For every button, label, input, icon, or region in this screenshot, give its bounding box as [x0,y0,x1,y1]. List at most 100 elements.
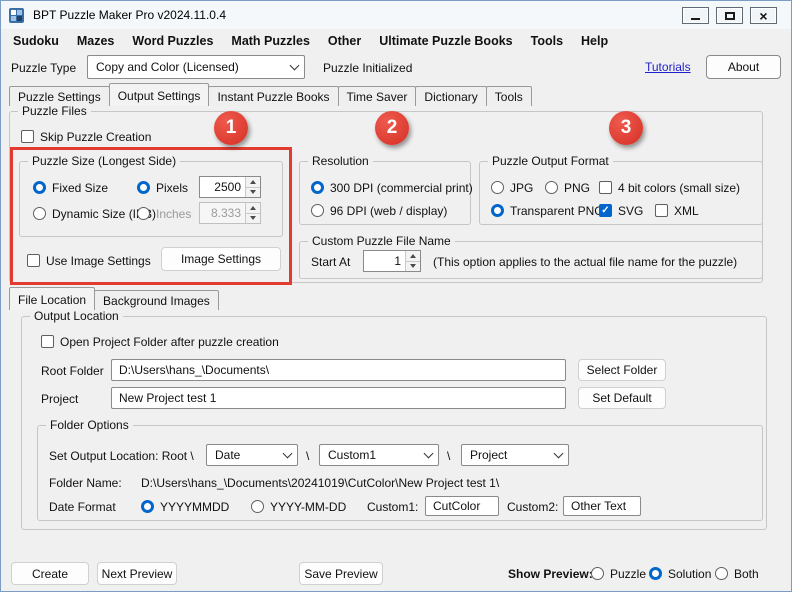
create-button[interactable]: Create [11,562,89,585]
folder-part-1-value: Date [207,448,277,462]
menu-word-puzzles[interactable]: Word Puzzles [123,31,222,51]
png-radio[interactable]: PNG [545,180,590,195]
close-button[interactable]: × [750,7,777,24]
yyyymmdd-radio[interactable]: YYYYMMDD [141,499,229,514]
start-at-stepper[interactable]: 1 [363,250,421,272]
resolution-group-label: Resolution [308,154,373,168]
maximize-button[interactable] [716,7,743,24]
tab-file-location[interactable]: File Location [9,287,95,310]
puzzle-type-select[interactable]: Copy and Color (Licensed) [87,55,305,79]
folder-part-2-value: Custom1 [320,448,418,462]
stepper-up-button[interactable] [246,177,260,187]
xml-checkbox[interactable]: ✓ XML [655,203,699,218]
status-text: Puzzle Initialized [323,61,412,75]
dpi-300-radio[interactable]: 300 DPI (commercial print) [311,180,473,195]
annotation-badge-1: 1 [214,111,248,145]
four-bit-colors-label: 4 bit colors (small size) [618,181,740,195]
folder-part-1-select[interactable]: Date [206,444,298,466]
menu-mazes[interactable]: Mazes [68,31,124,51]
pixels-stepper[interactable]: 2500 [199,176,261,198]
tab-puzzle-settings[interactable]: Puzzle Settings [9,86,110,106]
window-title: BPT Puzzle Maker Pro v2024.11.0.4 [33,8,226,22]
skip-puzzle-creation-checkbox[interactable]: ✓ Skip Puzzle Creation [21,129,151,144]
open-project-folder-checkbox[interactable]: ✓ Open Project Folder after puzzle creat… [41,334,279,349]
puzzle-type-value: Copy and Color (Licensed) [88,60,284,74]
root-folder-label: Root Folder [41,364,104,378]
use-image-settings-label: Use Image Settings [46,254,151,268]
menu-ultimate-puzzle-books[interactable]: Ultimate Puzzle Books [370,31,521,51]
stepper-up-button[interactable] [246,203,260,213]
root-folder-input[interactable]: D:\Users\hans_\Documents\ [111,359,566,381]
menu-sudoku[interactable]: Sudoku [4,31,68,51]
tab-dictionary[interactable]: Dictionary [415,86,486,106]
transparent-png-label: Transparent PNG [510,204,604,218]
output-format-group-label: Puzzle Output Format [488,154,613,168]
tab-instant-puzzle-books[interactable]: Instant Puzzle Books [208,86,338,106]
select-folder-button[interactable]: Select Folder [578,359,666,381]
radio-icon [591,567,604,580]
svg-checkbox[interactable]: ✓ SVG [599,203,643,218]
inches-radio[interactable]: Inches [137,206,191,221]
minimize-button[interactable] [682,7,709,24]
stepper-down-button[interactable] [406,261,420,272]
preview-solution-radio[interactable]: Solution [649,566,711,581]
preview-puzzle-label: Puzzle [610,567,646,581]
tab-output-settings[interactable]: Output Settings [109,83,210,106]
next-preview-button[interactable]: Next Preview [97,562,177,585]
four-bit-colors-checkbox[interactable]: ✓ 4 bit colors (small size) [599,180,740,195]
stepper-up-button[interactable] [406,251,420,261]
chevron-down-icon [284,66,304,69]
tab-background-images[interactable]: Background Images [94,290,219,310]
custom2-input[interactable]: Other Text [563,496,641,516]
folder-part-3-select[interactable]: Project [461,444,569,466]
puzzle-size-group: Puzzle Size (Longest Side) [19,161,283,237]
annotation-badge-3: 3 [609,111,643,145]
yyyy-mm-dd-radio[interactable]: YYYY-MM-DD [251,499,346,514]
folder-options-group-label: Folder Options [46,418,133,432]
inches-value: 8.333 [200,203,245,223]
radio-icon [251,500,264,513]
location-tab-strip: File Location Background Images [9,287,218,310]
save-preview-button[interactable]: Save Preview [299,562,383,585]
dpi-96-radio[interactable]: 96 DPI (web / display) [311,203,447,218]
custom-file-name-group-label: Custom Puzzle File Name [308,234,455,248]
stepper-arrows [245,203,260,223]
project-label: Project [41,392,78,406]
menu-other[interactable]: Other [319,31,370,51]
folder-name-value: D:\Users\hans_\Documents\20241019\CutCol… [141,476,499,490]
image-settings-button[interactable]: Image Settings [161,247,281,271]
radio-icon [311,181,324,194]
use-image-settings-checkbox[interactable]: ✓ Use Image Settings [27,253,151,268]
start-at-label: Start At [311,255,350,269]
pixels-label: Pixels [156,181,188,195]
arrow-up-icon [250,206,256,210]
set-default-button[interactable]: Set Default [578,387,666,409]
stepper-down-button[interactable] [246,213,260,224]
radio-icon [545,181,558,194]
project-input[interactable]: New Project test 1 [111,387,566,409]
custom1-label: Custom1: [367,500,418,514]
inches-stepper: 8.333 [199,202,261,224]
tutorials-link[interactable]: Tutorials [645,60,691,74]
checkbox-icon: ✓ [599,204,612,217]
menu-help[interactable]: Help [572,31,617,51]
output-location-group-label: Output Location [30,309,123,323]
preview-both-radio[interactable]: Both [715,566,759,581]
tab-time-saver[interactable]: Time Saver [338,86,417,106]
stepper-down-button[interactable] [246,187,260,198]
dpi-300-label: 300 DPI (commercial print) [330,181,473,195]
folder-part-2-select[interactable]: Custom1 [319,444,439,466]
jpg-radio[interactable]: JPG [491,180,533,195]
menu-math-puzzles[interactable]: Math Puzzles [222,31,319,51]
about-button[interactable]: About [706,55,781,79]
custom1-input[interactable]: CutColor [425,496,499,516]
svg-label: SVG [618,204,643,218]
pixels-radio[interactable]: Pixels [137,180,188,195]
tab-tools[interactable]: Tools [486,86,532,106]
app-icon [9,7,26,24]
menu-tools[interactable]: Tools [522,31,572,51]
folder-part-3-value: Project [462,448,548,462]
fixed-size-radio[interactable]: Fixed Size [33,180,108,195]
transparent-png-radio[interactable]: Transparent PNG [491,203,604,218]
preview-puzzle-radio[interactable]: Puzzle [591,566,646,581]
